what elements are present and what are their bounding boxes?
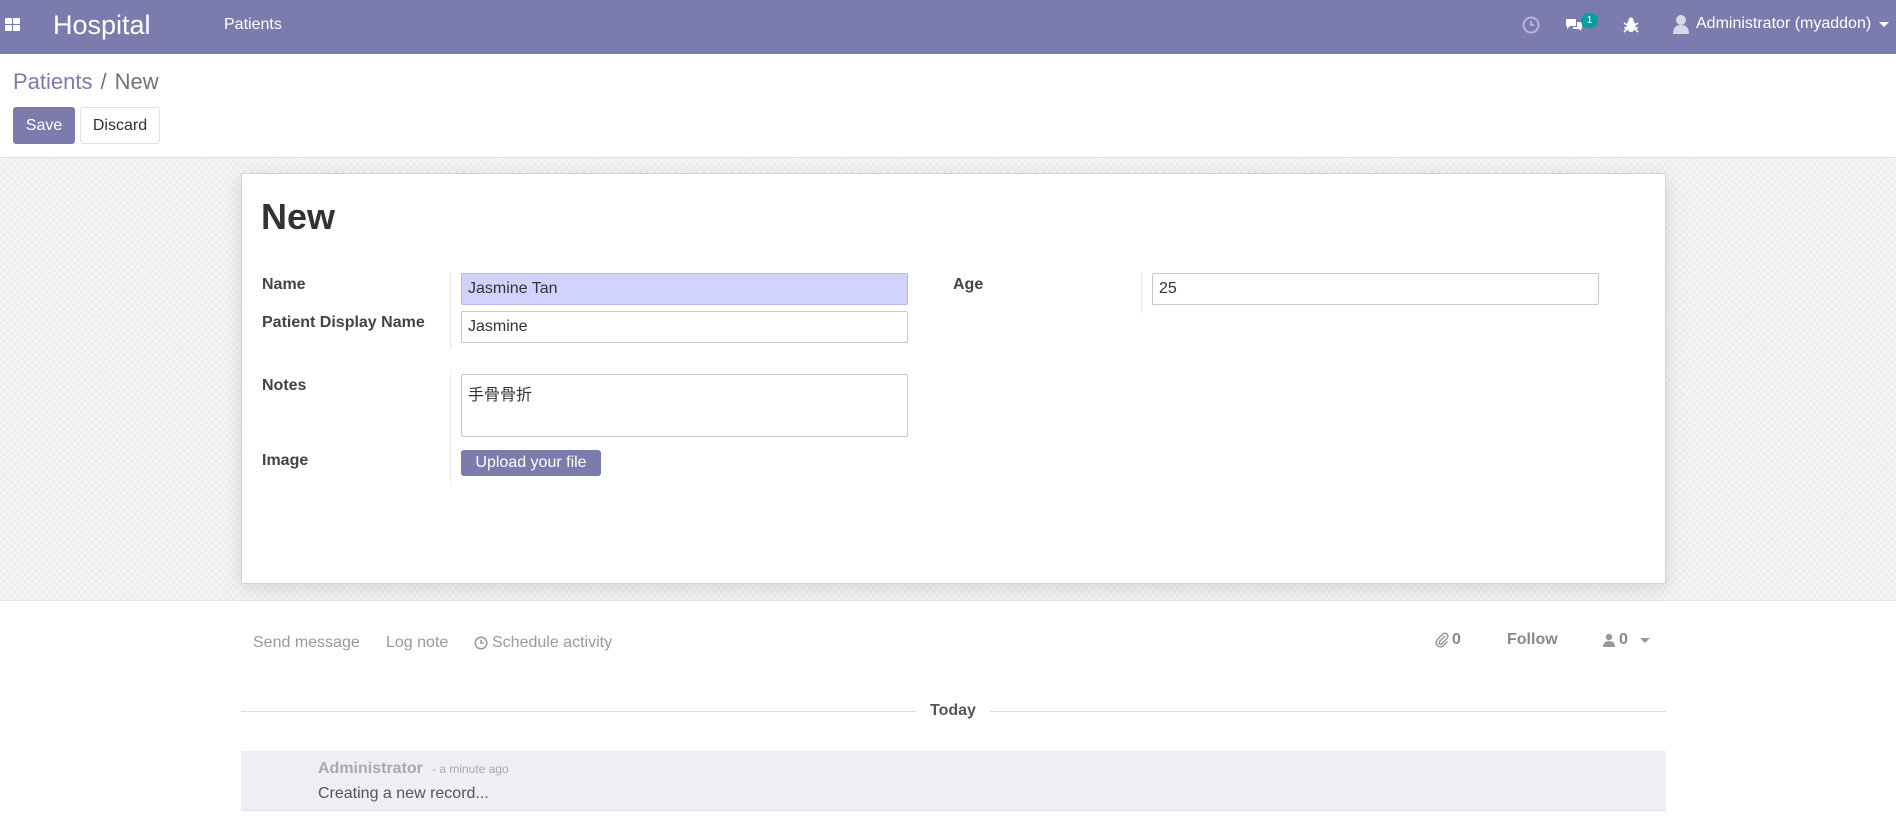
discard-button[interactable]: Discard <box>80 107 160 144</box>
field-divider <box>450 374 451 482</box>
followers-count: 0 <box>1619 631 1628 648</box>
field-divider <box>450 273 451 349</box>
message-date: - a minute ago <box>432 762 509 776</box>
form-sheet <box>241 173 1666 584</box>
bug-icon[interactable] <box>1620 14 1642 36</box>
followers-button[interactable]: 0 <box>1603 631 1650 649</box>
chevron-down-icon <box>1639 637 1650 643</box>
send-message-button[interactable]: Send message <box>253 634 360 652</box>
follow-button[interactable]: Follow <box>1507 631 1558 649</box>
schedule-activity-button[interactable]: Schedule activity <box>474 634 612 652</box>
app-brand[interactable]: Hospital <box>53 10 151 41</box>
name-label: Name <box>262 276 306 293</box>
name-field[interactable]: Jasmine Tan <box>461 273 908 305</box>
clock-icon <box>474 636 488 650</box>
display-name-field[interactable]: Jasmine <box>461 311 908 343</box>
log-note-button[interactable]: Log note <box>386 634 448 652</box>
breadcrumb: Patients / New <box>13 69 159 95</box>
log-note-label: Log note <box>386 634 449 651</box>
today-divider-right <box>990 711 1666 712</box>
user-avatar-icon <box>1673 15 1689 34</box>
age-field[interactable]: 25 <box>1152 273 1599 305</box>
send-message-label: Send message <box>253 634 360 651</box>
attachments-count: 0 <box>1452 631 1461 648</box>
upload-file-button[interactable]: Upload your file <box>461 450 601 476</box>
save-button[interactable]: Save <box>13 107 75 144</box>
user-icon <box>1603 633 1615 647</box>
attachments-button[interactable]: 0 <box>1435 631 1461 649</box>
breadcrumb-patients[interactable]: Patients <box>13 69 93 94</box>
schedule-activity-label: Schedule activity <box>492 634 613 651</box>
field-divider <box>1141 273 1142 313</box>
chat-badge: 1 <box>1581 13 1598 28</box>
clock-icon[interactable] <box>1520 14 1542 36</box>
message-body: Creating a new record... <box>318 785 489 802</box>
breadcrumb-separator: / <box>100 69 107 94</box>
age-label: Age <box>953 276 984 293</box>
notes-field[interactable]: 手骨骨折 <box>461 374 908 437</box>
notes-label: Notes <box>262 377 307 394</box>
breadcrumb-current: New <box>114 69 159 94</box>
today-label: Today <box>930 702 976 719</box>
menu-patients[interactable]: Patients <box>224 16 282 34</box>
control-panel: Patients / New Save Discard <box>0 54 1896 158</box>
today-divider-left <box>241 711 916 712</box>
user-name: Administrator (myaddon) <box>1696 15 1872 32</box>
record-title: New <box>261 196 336 237</box>
image-label: Image <box>262 452 309 469</box>
user-menu[interactable]: Administrator (myaddon) <box>1672 14 1890 34</box>
top-navbar: Hospital Patients 1 Administrator (myadd… <box>0 0 1896 54</box>
message-author[interactable]: Administrator <box>318 760 423 778</box>
chevron-down-icon <box>1879 21 1890 27</box>
apps-icon[interactable] <box>5 18 21 32</box>
display-name-label: Patient Display Name <box>262 314 425 331</box>
paperclip-icon <box>1435 632 1449 648</box>
